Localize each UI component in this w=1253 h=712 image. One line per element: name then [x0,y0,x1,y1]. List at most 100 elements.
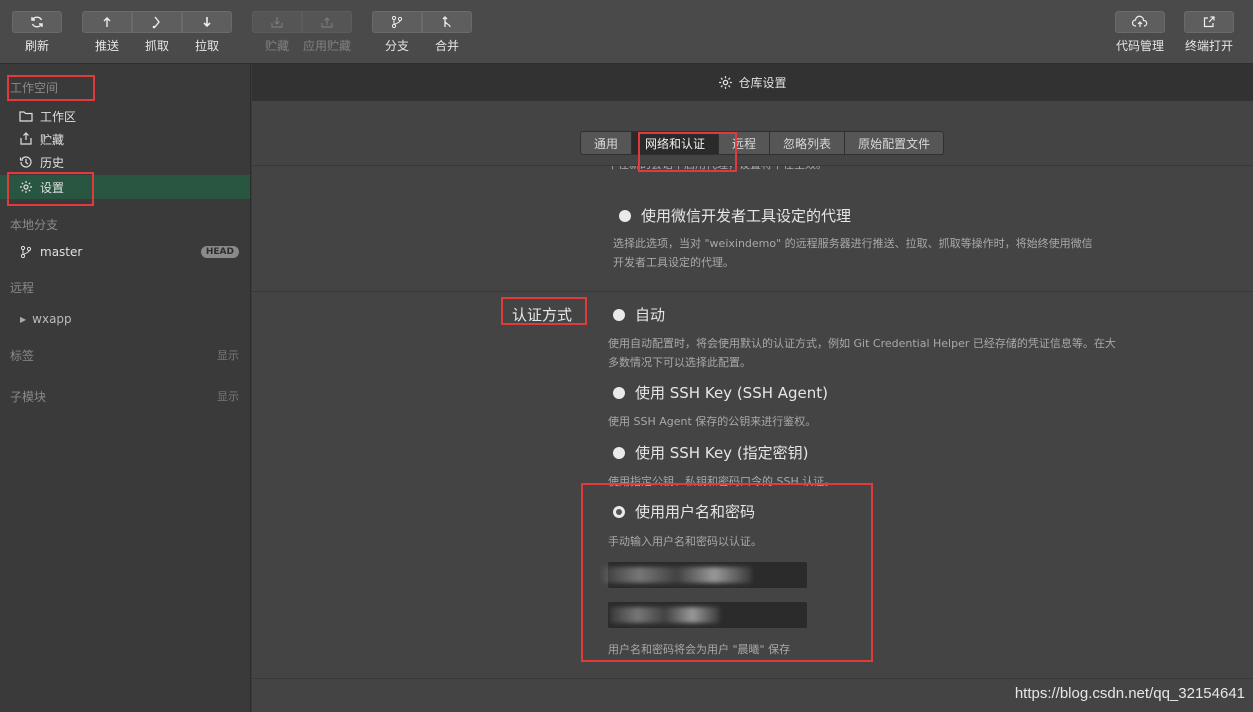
divider [252,678,1253,679]
auth-userpass-desc: 手动输入用户名和密码以认证。 [608,535,762,548]
submodule-title: 子模块 [10,390,47,404]
tab-network-auth[interactable]: 网络和认证 [631,131,720,155]
divider [252,291,1253,292]
head-badge: HEAD [200,246,239,258]
desc-line: 使用自动配置时，将会使用默认的认证方式，例如 Git Credential He… [608,337,1116,350]
desc-line: 选择此选项，当对 "weixindemo" 的远程服务器进行推送、拉取、抓取等操… [613,237,1093,250]
branch-button[interactable]: 分支 [372,11,422,54]
code-mgmt-group: 代码管理 [1115,11,1165,54]
redacted-value [610,607,720,623]
fetch-button[interactable]: 抓取 [132,11,182,54]
auth-option-auto[interactable]: 自动 [613,304,665,325]
fetch-label: 抓取 [144,39,169,53]
branch-icon [18,244,34,260]
auth-ssh-key-desc: 使用指定公钥、私钥和密码口令的 SSH 认证。 [608,475,836,488]
chevron-right-icon: ▶ [20,314,27,324]
stash-icon [271,17,283,28]
userpass-save-note: 用户名和密码将会为用户 "晨曦" 保存 [608,643,791,656]
radio-button[interactable] [619,209,631,222]
branch-group: 分支 合并 [372,11,472,54]
workspace-title: 工作空间 [10,81,59,95]
submodule-show-toggle[interactable]: 显示 [217,388,239,404]
radio-button-checked[interactable] [613,505,625,518]
sidebar-item-stash[interactable]: 贮藏 [0,127,250,151]
tags-show-toggle[interactable]: 显示 [217,347,239,363]
pull-icon [203,17,211,28]
code-mgmt-label: 代码管理 [1115,39,1164,53]
auth-option-userpass[interactable]: 使用用户名和密码 [613,501,755,522]
sidebar-item-label: 工作区 [40,109,77,124]
proxy-option-wechat[interactable]: 使用微信开发者工具设定的代理 [619,205,851,226]
tab-remote[interactable]: 远程 [718,131,771,155]
terminal-group: 终端打开 [1184,11,1234,54]
pull-button[interactable]: 拉取 [182,11,232,54]
option-label: 使用用户名和密码 [635,503,756,521]
push-label: 推送 [94,39,119,53]
push-button[interactable]: 推送 [82,11,132,54]
auth-auto-desc: 使用自动配置时，将会使用默认的认证方式，例如 Git Credential He… [608,334,1116,372]
code-mgmt-button[interactable]: 代码管理 [1115,11,1165,54]
username-field[interactable] [602,562,807,588]
sidebar-item-label: 设置 [40,180,65,195]
branch-label: 分支 [384,39,409,53]
tags-title: 标签 [10,349,35,363]
refresh-icon [31,16,43,28]
gear-icon [18,179,34,195]
merge-label: 合并 [434,39,459,53]
merge-button[interactable]: 合并 [422,11,472,54]
option-label: 使用 SSH Key (指定密钥) [635,444,809,462]
proxy-cut-desc: 不在新的会话中启用代理，设置将不在生效。 [607,166,827,174]
auth-option-ssh-key[interactable]: 使用 SSH Key (指定密钥) [613,442,809,463]
refresh-group: 刷新 [12,11,62,54]
branch-item-master[interactable]: master HEAD [0,240,250,264]
scrolled-text-clip: 不在新的会话中启用代理，设置将不在生效。 [607,166,1207,180]
settings-panel: 通用 网络和认证 远程 忽略列表 原始配置文件 不在新的会话中启用代理，设置将不… [252,101,1253,712]
open-terminal-button[interactable]: 终端打开 [1184,11,1234,54]
tab-ignore-list[interactable]: 忽略列表 [769,131,846,155]
remote-item-wxapp[interactable]: ▶ wxapp [0,307,250,331]
radio-button[interactable] [613,386,625,399]
history-icon [18,154,34,170]
fetch-icon [152,16,160,29]
merge-icon [442,16,451,28]
sidebar-item-label: 贮藏 [40,132,65,147]
remote-title: 远程 [10,281,35,295]
option-label: 使用 SSH Key (SSH Agent) [635,384,829,402]
option-label: 自动 [635,306,666,324]
tab-raw-config[interactable]: 原始配置文件 [844,131,945,155]
refresh-label: 刷新 [24,39,49,53]
branch-icon [391,15,403,29]
sidebar-item-settings[interactable]: 设置 [0,175,250,199]
settings-header: 仓库设置 [252,64,1253,101]
watermark: https://blog.csdn.net/qq_32154641 [1014,685,1245,702]
radio-button[interactable] [613,446,625,459]
branch-name: master [40,245,83,259]
sync-group: 推送 抓取 拉取 [82,11,232,54]
tab-general[interactable]: 通用 [580,131,633,155]
stash-icon [18,131,34,147]
refresh-button[interactable]: 刷新 [12,11,62,54]
settings-tabs: 通用 网络和认证 远程 忽略列表 原始配置文件 [580,131,945,155]
local-branches-title: 本地分支 [10,218,59,232]
cloud-upload-icon [1132,15,1148,27]
password-field[interactable] [608,602,807,628]
pull-label: 拉取 [194,39,219,53]
sidebar-item-label: 历史 [40,155,65,170]
remote-name: wxapp [32,312,72,326]
option-label: 使用微信开发者工具设定的代理 [641,207,852,225]
desc-line: 开发者工具设定的代理。 [613,256,734,269]
stash-label: 贮藏 [264,39,289,53]
sidebar-item-workarea[interactable]: 工作区 [0,104,250,128]
gear-icon [718,75,733,90]
stash-group: 贮藏 应用贮藏 [252,11,352,54]
radio-button[interactable] [613,308,625,321]
apply-stash-label: 应用贮藏 [302,39,351,53]
auth-option-ssh-agent[interactable]: 使用 SSH Key (SSH Agent) [613,382,828,403]
apply-stash-button[interactable]: 应用贮藏 [302,11,352,54]
folder-icon [18,108,34,124]
page-title: 仓库设置 [738,76,787,90]
sidebar-item-history[interactable]: 历史 [0,150,250,174]
stash-button[interactable]: 贮藏 [252,11,302,54]
push-icon [103,17,111,27]
external-link-icon [1203,16,1215,28]
